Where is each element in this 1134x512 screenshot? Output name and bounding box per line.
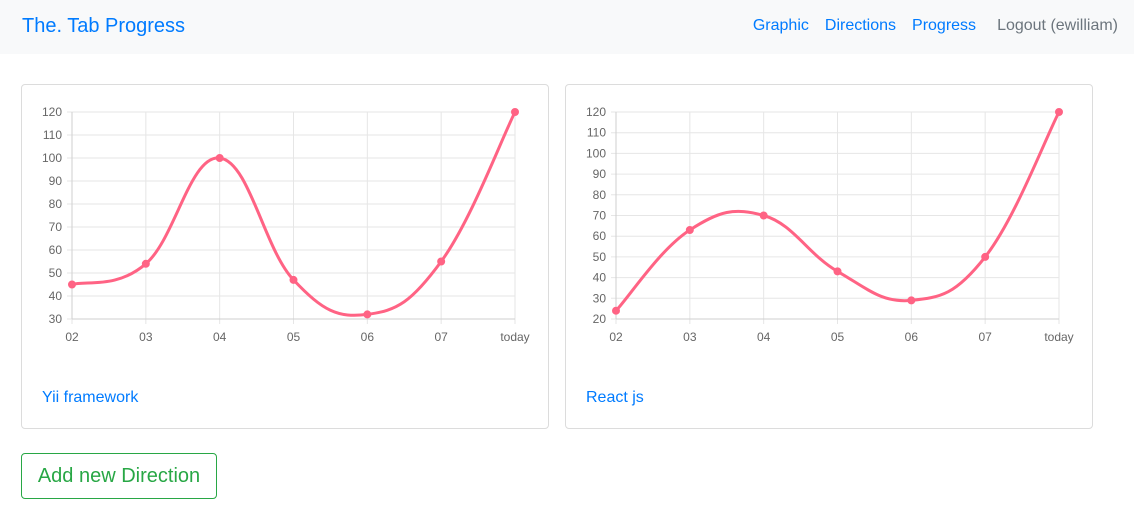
y-tick-label: 80 <box>593 188 607 202</box>
y-tick-label: 50 <box>593 250 607 264</box>
nav-link-directions[interactable]: Directions <box>825 17 896 35</box>
data-point <box>907 296 916 305</box>
direction-link[interactable]: React js <box>586 389 644 407</box>
x-tick-label: 05 <box>287 330 301 344</box>
data-point <box>68 280 76 289</box>
data-point <box>1055 108 1063 116</box>
y-tick-label: 80 <box>49 197 63 211</box>
x-tick-label: 03 <box>683 330 697 344</box>
data-point <box>833 267 842 276</box>
y-tick-label: 120 <box>42 105 62 119</box>
y-tick-label: 120 <box>586 105 606 119</box>
x-tick-label: 04 <box>213 330 227 344</box>
y-tick-label: 30 <box>593 291 607 305</box>
nav-link-graphic[interactable]: Graphic <box>753 17 809 35</box>
x-tick-label: 04 <box>757 330 771 344</box>
y-tick-label: 20 <box>593 312 607 326</box>
x-tick-label: 07 <box>978 330 992 344</box>
x-tick-label: 06 <box>361 330 375 344</box>
y-tick-label: 50 <box>49 266 63 280</box>
data-point <box>141 259 150 268</box>
nav-links: Graphic Directions Progress Logout (ewil… <box>753 17 1118 35</box>
x-tick-label: 02 <box>65 330 79 344</box>
y-tick-label: 40 <box>593 271 607 285</box>
x-tick-label: 07 <box>434 330 448 344</box>
data-point <box>289 275 298 284</box>
y-tick-label: 70 <box>49 220 63 234</box>
data-point <box>215 154 224 162</box>
x-tick-label: 03 <box>139 330 153 344</box>
x-tick-label: 05 <box>831 330 845 344</box>
y-tick-label: 30 <box>49 312 63 326</box>
direction-link[interactable]: Yii framework <box>42 389 138 407</box>
progress-chart: 20 30 40 50 60 70 80 90 100 110 120 02 03 04 05 06 07 tod… <box>586 105 1074 344</box>
y-tick-label: 60 <box>49 243 63 257</box>
x-tick-label: 02 <box>609 330 623 344</box>
data-point <box>981 252 990 261</box>
y-tick-label: 110 <box>43 128 62 142</box>
y-tick-label: 100 <box>42 151 62 165</box>
data-point <box>612 306 620 315</box>
data-point <box>363 310 372 319</box>
x-tick-label: 06 <box>905 330 919 344</box>
y-tick-label: 70 <box>593 209 607 223</box>
navbar: The. Tab Progress Graphic Directions Pro… <box>0 0 1134 54</box>
data-point <box>685 225 694 234</box>
logout-link[interactable]: Logout (ewilliam) <box>997 17 1118 35</box>
x-tick-label: today <box>1044 330 1073 344</box>
direction-card: 20 30 40 50 60 70 80 90 100 110 120 02 03 04 05 06 07 tod… <box>565 84 1093 429</box>
progress-chart: 30 40 50 60 70 80 90 100 110 120 02 03 04 05 06 07 today <box>42 105 530 344</box>
data-point <box>437 257 446 266</box>
add-direction-button[interactable]: Add new Direction <box>21 453 217 499</box>
y-tick-label: 60 <box>593 229 607 243</box>
brand-link[interactable]: The. Tab Progress <box>22 15 185 38</box>
x-tick-label: today <box>500 330 529 344</box>
data-point <box>511 108 519 116</box>
y-tick-label: 40 <box>49 289 63 303</box>
nav-link-progress[interactable]: Progress <box>912 17 976 35</box>
data-point <box>759 211 768 220</box>
y-tick-label: 100 <box>586 146 606 160</box>
y-tick-label: 110 <box>587 126 606 140</box>
y-tick-label: 90 <box>49 174 63 188</box>
direction-card: 30 40 50 60 70 80 90 100 110 120 02 03 04 05 06 07 today… <box>21 84 549 429</box>
y-tick-label: 90 <box>593 167 607 181</box>
